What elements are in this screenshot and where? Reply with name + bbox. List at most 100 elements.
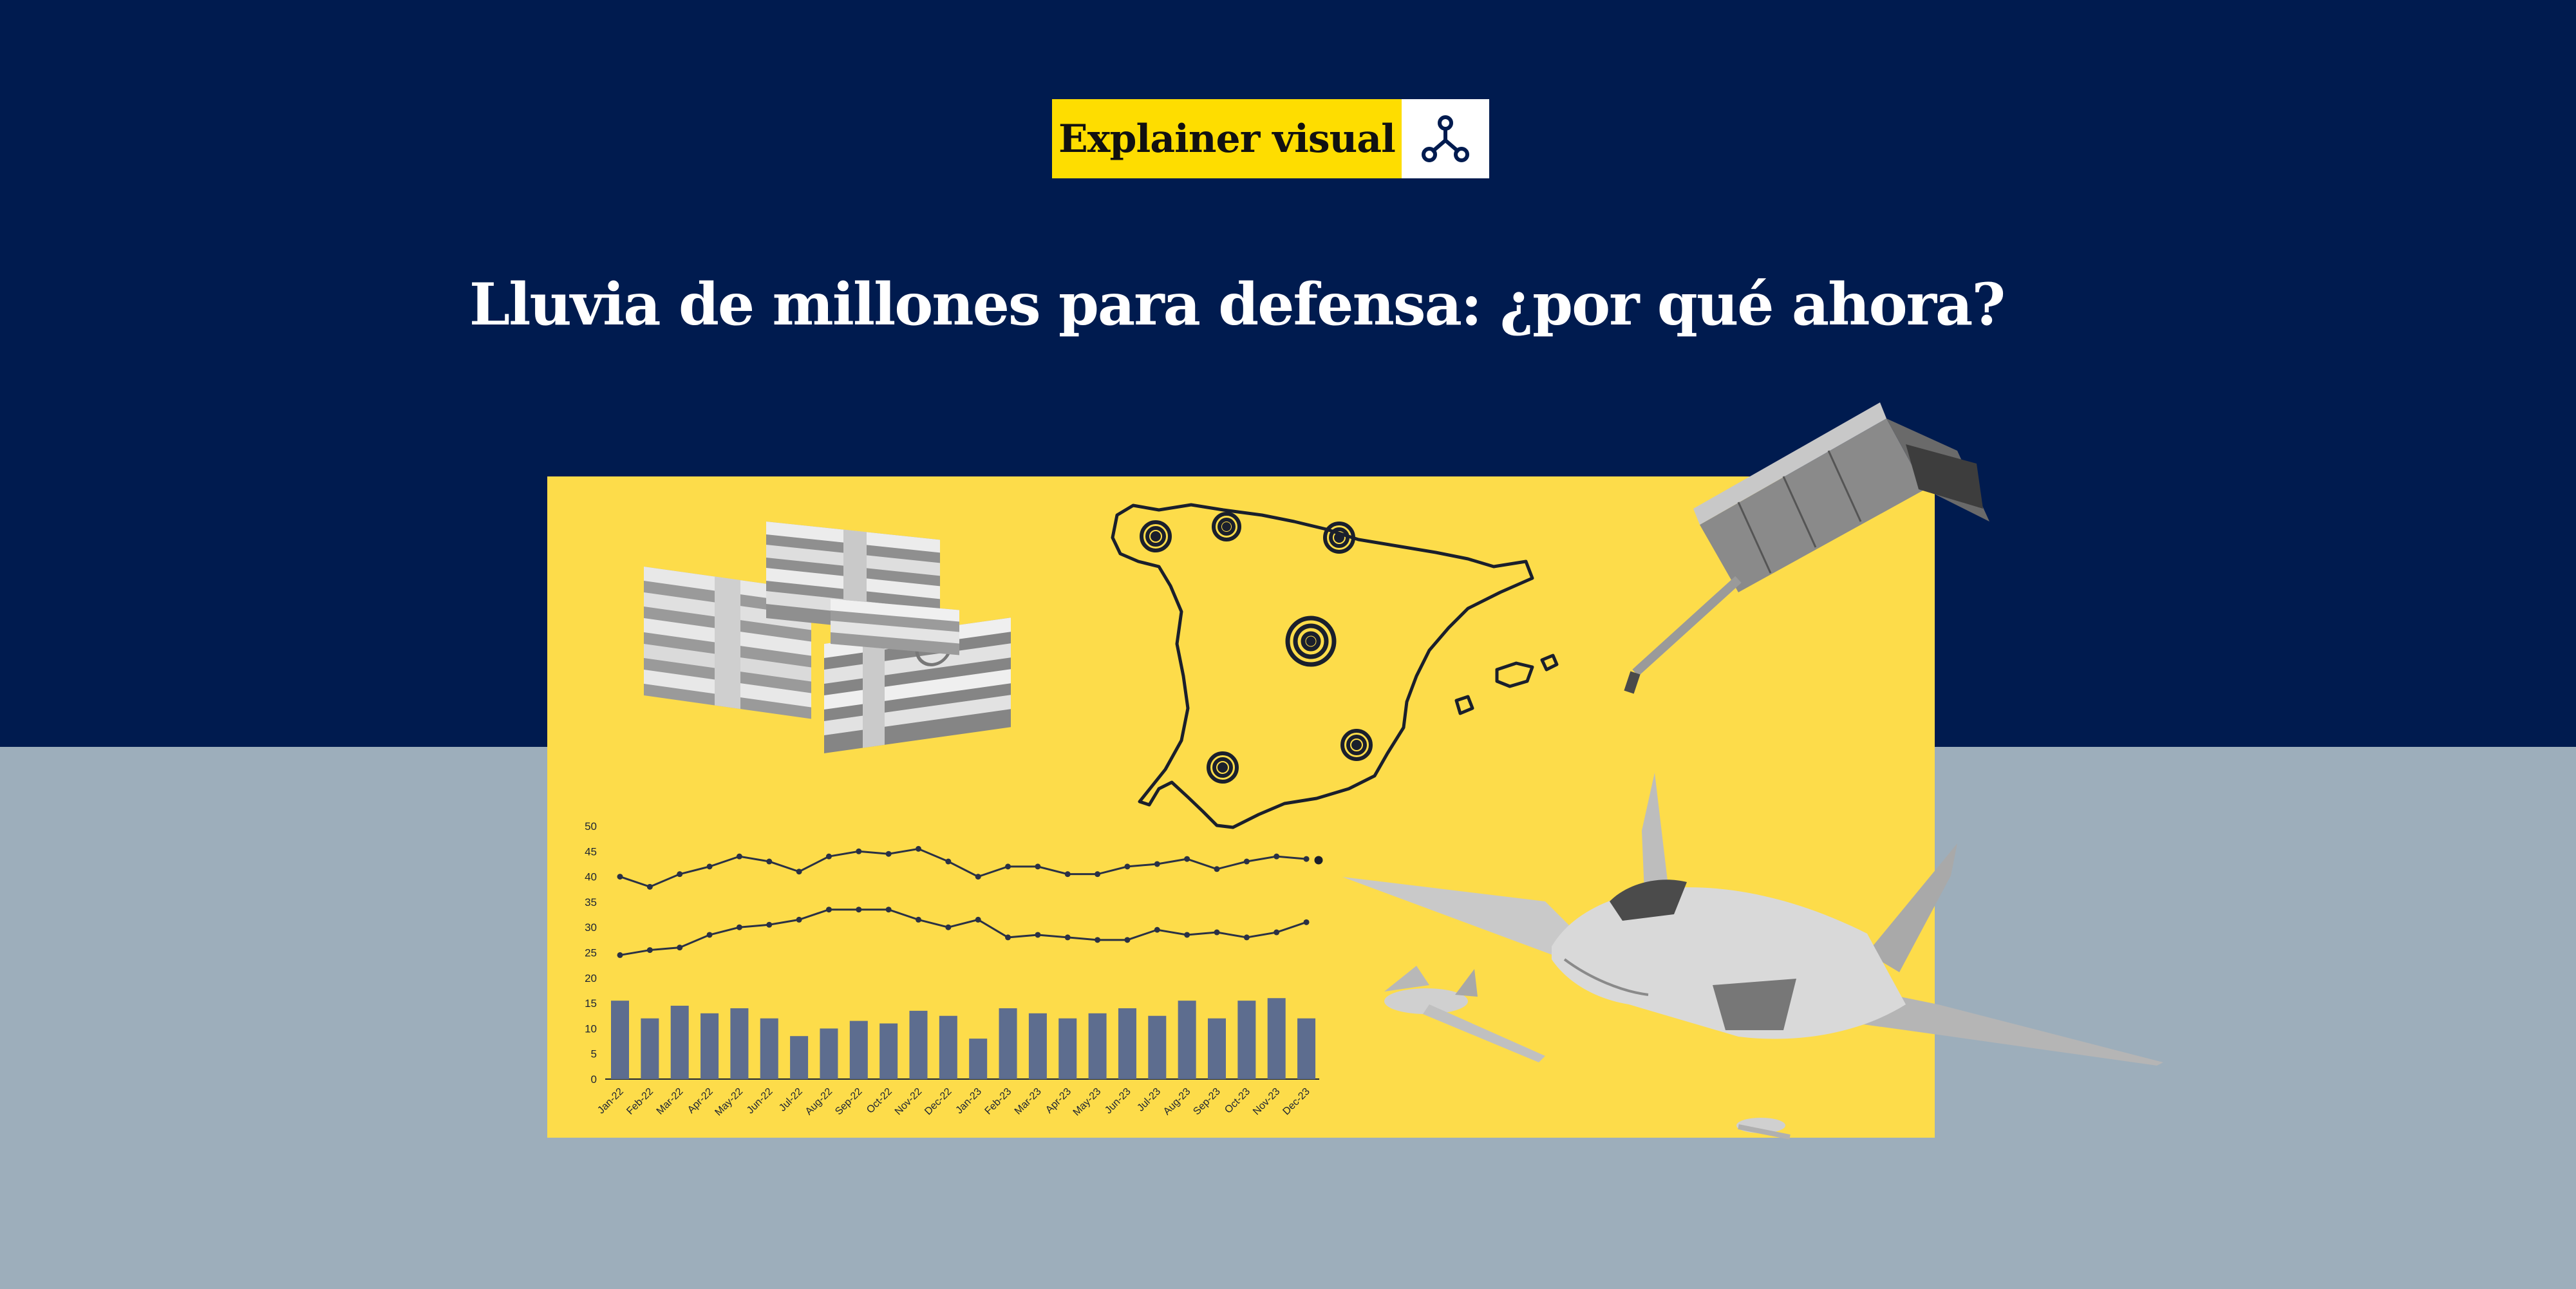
x-tick-label: Jun-22 xyxy=(745,1086,775,1116)
x-tick-label: Aug-23 xyxy=(1161,1086,1193,1118)
bar xyxy=(670,1006,689,1079)
x-tick-label: Dec-23 xyxy=(1281,1086,1312,1118)
x-tick-label: Nov-22 xyxy=(893,1086,925,1118)
y-tick-label: 35 xyxy=(585,896,597,908)
series-point xyxy=(916,916,921,923)
spain-map-image xyxy=(1111,503,1559,865)
euro-banknotes-image xyxy=(644,522,1011,753)
bar xyxy=(730,1008,749,1079)
target-marker xyxy=(1207,751,1239,784)
y-tick-label: 15 xyxy=(585,997,597,1010)
series-point xyxy=(706,863,713,870)
series-point xyxy=(646,947,653,954)
y-tick-label: 45 xyxy=(585,845,597,858)
x-tick-label: Jul-23 xyxy=(1135,1086,1163,1114)
x-tick-label: Jan-23 xyxy=(954,1086,984,1116)
series-point xyxy=(766,858,773,865)
target-marker xyxy=(1323,522,1355,554)
series-point xyxy=(975,916,981,923)
x-tick-label: Jan-22 xyxy=(596,1086,626,1116)
series-point xyxy=(617,874,623,880)
target-marker xyxy=(1340,729,1373,761)
series-point xyxy=(1243,934,1250,941)
series-point xyxy=(825,907,832,913)
bar xyxy=(1058,1018,1077,1079)
series-point xyxy=(825,853,832,860)
series-point xyxy=(945,858,952,865)
x-tick-label: Feb-22 xyxy=(625,1086,655,1117)
bar xyxy=(1267,998,1286,1079)
bar xyxy=(820,1028,838,1079)
illustration-layer: 05101520253035404550Jan-22Feb-22Mar-22 Ap… xyxy=(585,402,2163,1140)
x-tick-label: Jun-23 xyxy=(1103,1086,1133,1116)
series-point xyxy=(1005,863,1011,870)
series-point xyxy=(1095,937,1101,943)
series-point xyxy=(736,853,742,860)
series-point xyxy=(1035,863,1041,870)
bar xyxy=(1178,1001,1196,1079)
series-point xyxy=(885,907,892,913)
bar xyxy=(909,1010,928,1079)
x-tick-label: Aug-22 xyxy=(804,1086,835,1118)
series-point xyxy=(1184,856,1190,862)
series-point xyxy=(885,851,892,857)
series-point xyxy=(916,845,921,852)
series-point xyxy=(1154,927,1160,933)
bar xyxy=(760,1018,778,1079)
x-tick-label: Jul-22 xyxy=(777,1086,805,1114)
y-tick-label: 25 xyxy=(585,947,597,959)
series-point xyxy=(677,945,683,951)
series-line xyxy=(619,908,1307,956)
bar xyxy=(849,1021,868,1079)
target-marker xyxy=(1212,512,1241,541)
y-tick-label: 5 xyxy=(591,1048,597,1060)
y-tick-label: 10 xyxy=(585,1022,597,1035)
series-point xyxy=(1154,861,1160,867)
series-point xyxy=(1124,937,1131,943)
bar xyxy=(1118,1008,1136,1079)
series-point xyxy=(1214,929,1220,936)
x-tick-label: Dec-22 xyxy=(923,1086,954,1118)
bar xyxy=(969,1039,988,1079)
chart: 05101520253035404550Jan-22Feb-22Mar-22 Ap… xyxy=(585,820,1320,1118)
target-markers xyxy=(1140,512,1373,784)
bar xyxy=(1148,1015,1167,1079)
x-tick-label: Sep-23 xyxy=(1191,1086,1223,1118)
series-point xyxy=(975,874,981,880)
bar xyxy=(1208,1018,1226,1079)
x-tick-label: Oct-23 xyxy=(1223,1086,1252,1116)
y-tick-label: 20 xyxy=(585,972,597,984)
series-point xyxy=(1184,932,1190,938)
satellite-image xyxy=(1624,402,1989,694)
bar xyxy=(1088,1013,1107,1079)
bar xyxy=(939,1015,957,1079)
series-point xyxy=(796,916,802,923)
bar xyxy=(611,1001,629,1079)
bar xyxy=(1297,1018,1316,1079)
x-tick-label: May-23 xyxy=(1071,1086,1104,1118)
series-point xyxy=(1124,863,1131,870)
bar xyxy=(879,1023,898,1079)
series-point xyxy=(1274,929,1280,936)
x-tick-label: Apr-22 xyxy=(686,1086,715,1116)
series-point xyxy=(796,869,802,875)
series-point xyxy=(1035,932,1041,938)
series-point xyxy=(1064,934,1071,941)
target-marker xyxy=(1285,616,1337,667)
y-tick-label: 30 xyxy=(585,921,597,934)
y-tick-label: 40 xyxy=(585,871,597,883)
series-point xyxy=(1214,866,1220,872)
series-point xyxy=(646,883,653,890)
bar xyxy=(999,1008,1017,1079)
bar xyxy=(1028,1013,1047,1079)
series-point xyxy=(945,924,952,930)
series-point xyxy=(1064,871,1071,878)
drone-image xyxy=(1736,1118,1791,1140)
x-tick-label: Feb-23 xyxy=(983,1086,1014,1117)
series-point xyxy=(1303,856,1310,862)
drone-image xyxy=(1384,966,1545,1062)
series-point xyxy=(1095,871,1101,878)
x-tick-label: Mar-22 xyxy=(655,1086,686,1117)
x-tick-label: Mar-23 xyxy=(1013,1086,1044,1117)
series-point xyxy=(1303,919,1310,925)
